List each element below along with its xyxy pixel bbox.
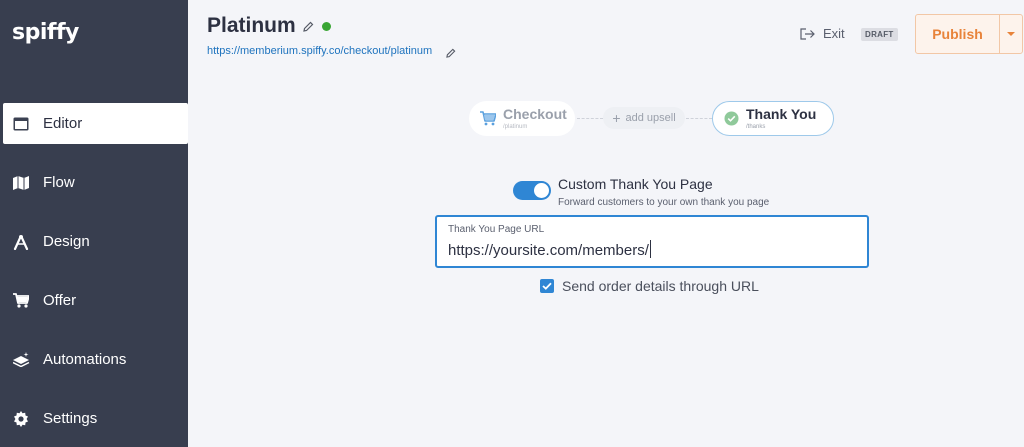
add-upsell-label: add upsell (625, 112, 676, 124)
sidebar-item-label: Editor (43, 115, 83, 132)
pencil-icon[interactable] (446, 45, 456, 63)
flow-step-thank-you[interactable]: Thank You /thanks (712, 101, 834, 136)
thank-you-url-field[interactable]: Thank You Page URL https://yoursite.com/… (435, 215, 869, 268)
step-label: Checkout (503, 106, 567, 122)
publish-dropdown-button[interactable] (999, 14, 1023, 54)
compass-icon (12, 233, 30, 251)
field-value-wrap[interactable]: https://yoursite.com/members/ (448, 240, 651, 259)
sidebar-item-label: Offer (43, 292, 77, 309)
sidebar-item-automations[interactable]: Automations (3, 339, 188, 380)
cart-icon (12, 292, 30, 310)
toggle-knob (534, 183, 549, 198)
draft-badge: DRAFT (861, 28, 898, 41)
exit-button[interactable]: Exit (800, 26, 845, 41)
sidebar-item-label: Settings (43, 410, 98, 427)
exit-icon (800, 27, 815, 40)
plus-icon: + (612, 110, 621, 126)
page-url-link[interactable]: https://memberium.spiffy.co/checkout/pla… (207, 45, 432, 57)
sidebar-item-label: Flow (43, 174, 75, 191)
sidebar-item-editor[interactable]: Editor (3, 103, 188, 144)
sidebar-item-flow[interactable]: Flow (3, 162, 188, 203)
layers-icon (12, 351, 30, 369)
toggle-title: Custom Thank You Page (558, 176, 713, 192)
custom-thank-you-toggle[interactable] (513, 181, 551, 200)
gear-icon (12, 410, 30, 428)
sidebar-item-offer[interactable]: Offer (3, 280, 188, 321)
step-path: /thanks (746, 124, 766, 130)
exit-label: Exit (823, 26, 845, 41)
flow-connector (686, 118, 712, 119)
sidebar-item-label: Design (43, 233, 90, 250)
add-upsell-button[interactable]: + add upsell (603, 107, 685, 129)
map-icon (12, 174, 30, 192)
sidebar: spiffy Editor Flow Design Offer Automati… (0, 0, 188, 447)
status-dot (322, 22, 331, 31)
thank-you-url-input[interactable]: https://yoursite.com/members/ (448, 242, 649, 259)
step-path: /platinum (503, 124, 528, 130)
window-icon (12, 115, 30, 133)
caret-down-icon (1007, 32, 1015, 36)
publish-button[interactable]: Publish (915, 14, 1000, 54)
text-caret (649, 240, 651, 258)
page-title: Platinum (207, 14, 296, 37)
checkbox-label[interactable]: Send order details through URL (562, 278, 759, 294)
field-label: Thank You Page URL (448, 224, 545, 235)
pencil-icon[interactable] (303, 19, 314, 37)
spiffy-logo[interactable]: spiffy (12, 20, 79, 45)
flow-connector (577, 118, 603, 119)
sidebar-item-label: Automations (43, 351, 127, 368)
flow-step-checkout[interactable]: Checkout /platinum (469, 101, 575, 136)
check-icon (542, 282, 552, 290)
sidebar-item-design[interactable]: Design (3, 221, 188, 262)
cart-icon (480, 111, 496, 126)
check-circle-icon (724, 111, 739, 126)
send-order-details-checkbox[interactable] (540, 279, 554, 293)
step-label: Thank You (746, 106, 817, 122)
sidebar-item-settings[interactable]: Settings (3, 398, 188, 439)
toggle-subtitle: Forward customers to your own thank you … (558, 197, 770, 208)
